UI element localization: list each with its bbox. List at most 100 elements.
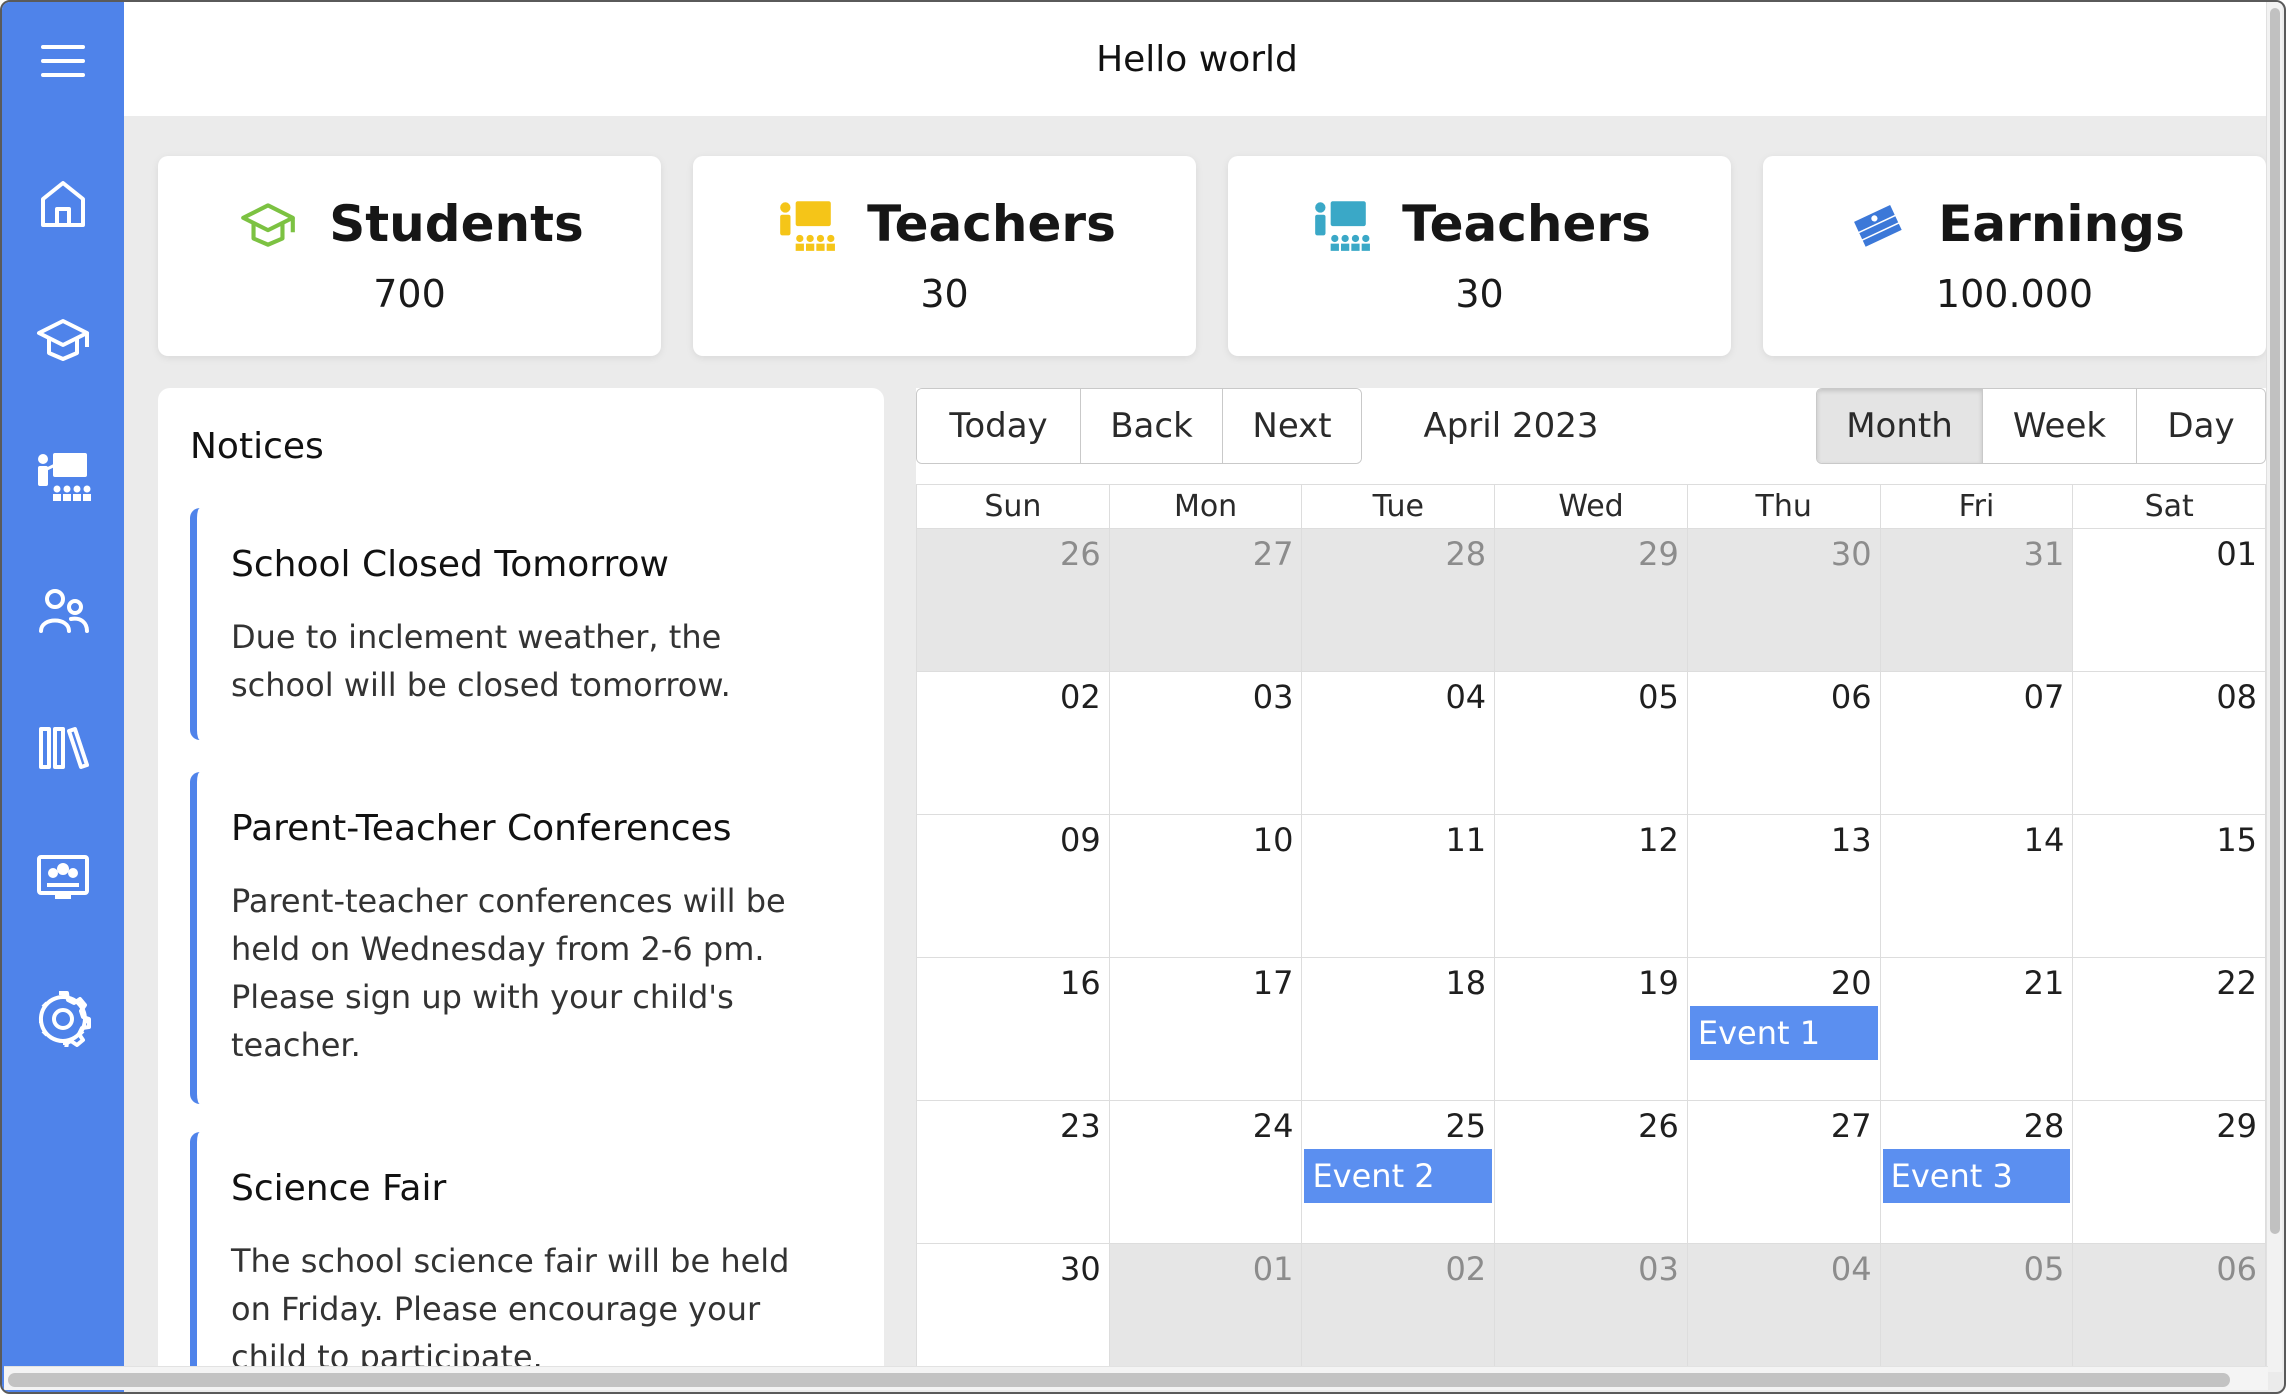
day-number[interactable]: 21 — [2024, 964, 2065, 1002]
calendar-day-cell[interactable]: 04 — [1687, 1244, 1881, 1378]
day-number[interactable]: 02 — [1060, 678, 1101, 716]
day-number[interactable]: 14 — [2024, 821, 2065, 859]
day-number[interactable]: 10 — [1253, 821, 1294, 859]
notice-item[interactable]: School Closed Tomorrow Due to inclement … — [190, 508, 854, 740]
day-number[interactable]: 20 — [1831, 964, 1872, 1002]
day-number[interactable]: 01 — [2216, 535, 2257, 573]
notice-item[interactable]: Parent-Teacher Conferences Parent-teache… — [190, 772, 854, 1104]
today-button[interactable]: Today — [917, 389, 1081, 463]
day-number[interactable]: 22 — [2216, 964, 2257, 1002]
day-number[interactable]: 05 — [1638, 678, 1679, 716]
day-number[interactable]: 29 — [2216, 1107, 2257, 1145]
scroll-thumb[interactable] — [8, 1373, 2230, 1387]
day-number[interactable]: 15 — [2216, 821, 2257, 859]
day-number[interactable]: 26 — [1060, 535, 1101, 573]
day-number[interactable]: 07 — [2024, 678, 2065, 716]
calendar-day-cell[interactable]: 05 — [1880, 1244, 2074, 1378]
calendar-day-cell[interactable]: 27 — [1109, 529, 1303, 671]
day-number[interactable]: 17 — [1253, 964, 1294, 1002]
day-number[interactable]: 25 — [1445, 1107, 1486, 1145]
day-number[interactable]: 30 — [1831, 535, 1872, 573]
day-number[interactable]: 28 — [1445, 535, 1486, 573]
day-number[interactable]: 02 — [1445, 1250, 1486, 1288]
calendar-day-cell[interactable]: 16 — [917, 958, 1110, 1100]
day-number[interactable]: 31 — [2024, 535, 2065, 573]
menu-icon[interactable] — [30, 28, 96, 94]
calendar-day-cell[interactable]: 03 — [1495, 1244, 1688, 1378]
calendar-day-cell[interactable]: 29 — [1495, 529, 1688, 671]
scroll-thumb[interactable] — [2270, 8, 2280, 1234]
day-number[interactable]: 11 — [1445, 821, 1486, 859]
people-icon[interactable] — [30, 578, 96, 644]
calendar-event[interactable]: Event 3 — [1882, 1149, 2071, 1203]
day-number[interactable]: 30 — [1060, 1250, 1101, 1288]
calendar-day-cell[interactable]: 20 Event 1 — [1687, 958, 1881, 1100]
calendar-day-cell[interactable]: 31 — [1880, 529, 2074, 671]
day-number[interactable]: 04 — [1445, 678, 1486, 716]
day-number[interactable]: 01 — [1253, 1250, 1294, 1288]
calendar-day-cell[interactable]: 14 — [1880, 815, 2074, 957]
back-button[interactable]: Back — [1081, 389, 1223, 463]
calendar-day-cell[interactable]: 19 — [1495, 958, 1688, 1100]
home-icon[interactable] — [30, 170, 96, 236]
calendar-day-cell[interactable]: 02 — [1302, 1244, 1496, 1378]
calendar-day-cell[interactable]: 23 — [917, 1101, 1110, 1243]
calendar-day-cell[interactable]: 07 — [1880, 672, 2074, 814]
calendar-day-cell[interactable]: 01 — [2073, 529, 2266, 671]
calendar-day-cell[interactable]: 03 — [1109, 672, 1303, 814]
month-view-button[interactable]: Month — [1817, 389, 1983, 463]
calendar-day-cell[interactable]: 06 — [2073, 1244, 2266, 1378]
day-number[interactable]: 04 — [1831, 1250, 1872, 1288]
calendar-day-cell[interactable]: 13 — [1687, 815, 1881, 957]
calendar-day-cell[interactable]: 08 — [2073, 672, 2266, 814]
day-view-button[interactable]: Day — [2137, 389, 2265, 463]
calendar-day-cell[interactable]: 30 — [917, 1244, 1110, 1378]
day-number[interactable]: 09 — [1060, 821, 1101, 859]
day-number[interactable]: 05 — [2024, 1250, 2065, 1288]
calendar-day-cell[interactable]: 22 — [2073, 958, 2266, 1100]
day-number[interactable]: 26 — [1638, 1107, 1679, 1145]
calendar-event[interactable]: Event 2 — [1304, 1149, 1493, 1203]
calendar-day-cell[interactable]: 29 — [2073, 1101, 2266, 1243]
horizontal-scrollbar[interactable] — [4, 1366, 2268, 1390]
day-number[interactable]: 27 — [1831, 1107, 1872, 1145]
calendar-day-cell[interactable]: 09 — [917, 815, 1110, 957]
day-number[interactable]: 06 — [1831, 678, 1872, 716]
calendar-day-cell[interactable]: 15 — [2073, 815, 2266, 957]
calendar-day-cell[interactable]: 12 — [1495, 815, 1688, 957]
calendar-day-cell[interactable]: 27 — [1687, 1101, 1881, 1243]
day-number[interactable]: 08 — [2216, 678, 2257, 716]
calendar-day-cell[interactable]: 25 Event 2 — [1302, 1101, 1496, 1243]
calendar-day-cell[interactable]: 24 — [1109, 1101, 1303, 1243]
notice-item[interactable]: Science Fair The school science fair wil… — [190, 1132, 854, 1378]
day-number[interactable]: 06 — [2216, 1250, 2257, 1288]
day-number[interactable]: 29 — [1638, 535, 1679, 573]
calendar-event[interactable]: Event 1 — [1689, 1006, 1878, 1060]
day-number[interactable]: 23 — [1060, 1107, 1101, 1145]
calendar-day-cell[interactable]: 11 — [1302, 815, 1496, 957]
day-number[interactable]: 13 — [1831, 821, 1872, 859]
calendar-day-cell[interactable]: 06 — [1687, 672, 1881, 814]
gear-icon[interactable] — [30, 984, 96, 1050]
day-number[interactable]: 12 — [1638, 821, 1679, 859]
classroom-screen-icon[interactable] — [30, 844, 96, 910]
day-number[interactable]: 03 — [1253, 678, 1294, 716]
calendar-day-cell[interactable]: 26 — [917, 529, 1110, 671]
calendar-day-cell[interactable]: 04 — [1302, 672, 1496, 814]
calendar-day-cell[interactable]: 18 — [1302, 958, 1496, 1100]
library-icon[interactable] — [30, 714, 96, 780]
day-number[interactable]: 16 — [1060, 964, 1101, 1002]
teacher-board-icon[interactable] — [30, 442, 96, 508]
calendar-day-cell[interactable]: 28 Event 3 — [1880, 1101, 2074, 1243]
calendar-day-cell[interactable]: 30 — [1687, 529, 1881, 671]
graduation-cap-icon[interactable] — [30, 306, 96, 372]
calendar-day-cell[interactable]: 28 — [1302, 529, 1496, 671]
calendar-day-cell[interactable]: 17 — [1109, 958, 1303, 1100]
calendar-day-cell[interactable]: 02 — [917, 672, 1110, 814]
week-view-button[interactable]: Week — [1983, 389, 2137, 463]
day-number[interactable]: 24 — [1253, 1107, 1294, 1145]
day-number[interactable]: 27 — [1253, 535, 1294, 573]
calendar-day-cell[interactable]: 10 — [1109, 815, 1303, 957]
calendar-day-cell[interactable]: 26 — [1495, 1101, 1688, 1243]
calendar-day-cell[interactable]: 05 — [1495, 672, 1688, 814]
